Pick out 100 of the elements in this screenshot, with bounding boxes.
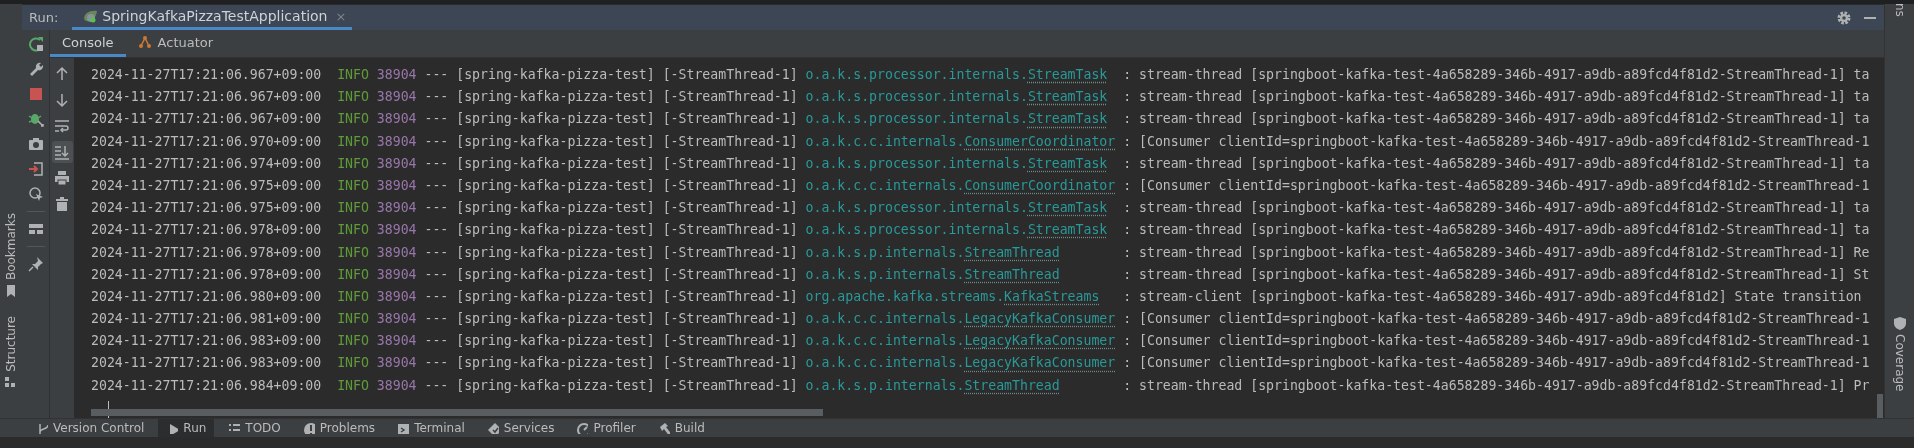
log-timestamp: 2024-11-27T17:21:06.975+09:00 bbox=[91, 176, 322, 195]
class-link[interactable]: StreamTask bbox=[1027, 89, 1108, 105]
log-message: : stream-thread [springboot-kafka-test-4a658289-346b-4917-a9db-a89fcd4f81d2-StreamThread-1] ta bbox=[1123, 221, 1870, 240]
process-id: 38904 bbox=[376, 66, 417, 84]
log-separator: --- bbox=[424, 332, 449, 351]
tool-window-tab[interactable]: TODO bbox=[220, 418, 289, 437]
class-link[interactable]: ConsumerCoordinator bbox=[964, 133, 1116, 149]
logger-name: o.a.k.s.processor.internals.StreamTask bbox=[805, 200, 1108, 216]
tool-window-button[interactable]: Structure bbox=[4, 314, 18, 392]
tool-window-tab[interactable]: Version Control bbox=[28, 418, 153, 437]
logger-name: o.a.k.s.processor.internals.StreamTask bbox=[805, 155, 1108, 171]
process-id: 38904 bbox=[376, 354, 417, 373]
horizontal-scrollbar[interactable] bbox=[91, 408, 823, 416]
process-id: 38904 bbox=[376, 199, 417, 218]
process-id: 38904 bbox=[376, 88, 417, 107]
class-link[interactable]: KafkaStreams bbox=[1004, 288, 1100, 304]
log-message: : stream-thread [springboot-kafka-test-4a658289-346b-4917-a9db-a89fcd4f81d2-StreamThread-1] ta bbox=[1123, 154, 1870, 173]
log-message: : stream-client [springboot-kafka-test-4a658289-346b-4917-a9db-a89fcd4f81d2] State transition bbox=[1123, 287, 1862, 306]
console-tab[interactable]: Actuator bbox=[125, 30, 226, 57]
pointer-icon[interactable] bbox=[27, 186, 44, 202]
app-name: [spring-kafka-pizza-test] bbox=[456, 354, 655, 373]
thread-name: [-StreamThread-1] bbox=[662, 376, 798, 395]
exit-icon[interactable] bbox=[27, 161, 44, 177]
log-level: INFO bbox=[337, 354, 369, 373]
class-link[interactable]: StreamTask bbox=[1027, 67, 1108, 82]
log-timestamp: 2024-11-27T17:21:06.967+09:00 bbox=[91, 88, 322, 107]
trash-icon bbox=[54, 196, 70, 212]
stop-icon[interactable] bbox=[27, 86, 44, 102]
class-link[interactable]: StreamThread bbox=[964, 244, 1060, 260]
process-id: 38904 bbox=[376, 132, 417, 151]
class-link[interactable]: StreamTask bbox=[1027, 155, 1108, 171]
logger-name: o.a.k.s.processor.internals.StreamTask bbox=[805, 89, 1108, 105]
printer-icon bbox=[54, 170, 70, 186]
toggle-button[interactable] bbox=[51, 141, 73, 163]
logger-name: o.a.k.s.p.internals.StreamThread bbox=[805, 244, 1060, 260]
tool-window-tab[interactable]: Build bbox=[649, 418, 713, 437]
thread-name: [-StreamThread-1] bbox=[662, 110, 798, 129]
app-name: [spring-kafka-pizza-test] bbox=[456, 176, 655, 195]
app-name: [spring-kafka-pizza-test] bbox=[456, 88, 655, 107]
thread-name: [-StreamThread-1] bbox=[662, 66, 798, 84]
tool-window-button[interactable]: Bookmarks bbox=[4, 210, 18, 300]
log-timestamp: 2024-11-27T17:21:06.978+09:00 bbox=[91, 265, 322, 284]
class-link[interactable]: ConsumerCoordinator bbox=[964, 177, 1116, 193]
logger-name: o.a.k.c.c.internals.LegacyKafkaConsumer bbox=[805, 311, 1116, 327]
logger-name: o.a.k.c.c.internals.LegacyKafkaConsumer bbox=[805, 355, 1116, 371]
shield-icon bbox=[1892, 316, 1907, 331]
process-id: 38904 bbox=[376, 287, 417, 306]
tool-window-tab[interactable]: Services bbox=[478, 418, 563, 437]
log-level: INFO bbox=[337, 132, 369, 151]
vertical-scrollbar[interactable] bbox=[1877, 393, 1883, 418]
tool-window-tab[interactable]: Profiler bbox=[568, 418, 644, 437]
layout-icon[interactable] bbox=[27, 221, 44, 237]
gauge-icon bbox=[576, 421, 589, 434]
class-link[interactable]: StreamTask bbox=[1027, 111, 1108, 127]
log-separator: --- bbox=[424, 310, 449, 329]
settings-icon[interactable] bbox=[1836, 9, 1852, 26]
graph-icon bbox=[137, 35, 152, 49]
log-level: INFO bbox=[337, 110, 369, 129]
log-separator: --- bbox=[424, 88, 449, 107]
process-id: 38904 bbox=[376, 243, 417, 262]
camera-icon[interactable] bbox=[27, 136, 44, 152]
logger-name: org.apache.kafka.streams.KafkaStreams bbox=[805, 288, 1100, 304]
log-message: : stream-thread [springboot-kafka-test-4a658289-346b-4917-a9db-a89fcd4f81d2-StreamThread-1] Re bbox=[1123, 243, 1870, 262]
run-label: Run: bbox=[29, 10, 59, 25]
tool-window-tab[interactable]: Run bbox=[158, 418, 215, 437]
close-icon[interactable]: × bbox=[335, 8, 347, 24]
logger-name: o.a.k.s.p.internals.StreamThread bbox=[805, 377, 1060, 393]
tool-window-tab[interactable]: Problems bbox=[294, 418, 384, 437]
process-id: 38904 bbox=[376, 110, 417, 129]
pin-icon[interactable] bbox=[27, 256, 44, 272]
rerun-icon[interactable] bbox=[27, 36, 44, 52]
down-arrow-icon bbox=[54, 92, 70, 108]
log-level: INFO bbox=[337, 376, 369, 395]
logger-name: o.a.k.s.p.internals.StreamThread bbox=[805, 266, 1060, 282]
scroll-to-end-icon bbox=[54, 144, 70, 160]
class-link[interactable]: LegacyKafkaConsumer bbox=[964, 333, 1116, 349]
process-id: 38904 bbox=[376, 154, 417, 173]
structure-icon bbox=[4, 375, 18, 390]
tool-window-tab[interactable]: Terminal bbox=[389, 418, 473, 437]
tool-window-button[interactable]: Coverage bbox=[1892, 314, 1907, 394]
class-link[interactable]: StreamThread bbox=[964, 266, 1060, 282]
log-separator: --- bbox=[424, 176, 449, 195]
log-separator: --- bbox=[424, 265, 449, 284]
class-link[interactable]: LegacyKafkaConsumer bbox=[964, 355, 1116, 371]
class-link[interactable]: StreamTask bbox=[1027, 200, 1108, 216]
logger-name: o.a.k.s.processor.internals.StreamTask bbox=[805, 111, 1108, 127]
log-timestamp: 2024-11-27T17:21:06.975+09:00 bbox=[91, 199, 322, 218]
logger-name: o.a.k.c.c.internals.ConsumerCoordinator bbox=[805, 177, 1116, 193]
class-link[interactable]: StreamThread bbox=[964, 377, 1060, 393]
bug-icon[interactable] bbox=[27, 111, 44, 127]
list-icon bbox=[228, 421, 241, 434]
leaf-gear-icon bbox=[82, 9, 99, 23]
logger-name: o.a.k.s.processor.internals.StreamTask bbox=[805, 67, 1108, 82]
thread-name: [-StreamThread-1] bbox=[662, 287, 798, 306]
class-link[interactable]: LegacyKafkaConsumer bbox=[964, 311, 1116, 327]
log-message: : [Consumer clientId=springboot-kafka-test-4a658289-346b-4917-a9db-a89fcd4f81d2-StreamThread-1 bbox=[1123, 310, 1870, 329]
class-link[interactable]: StreamTask bbox=[1027, 222, 1108, 238]
app-name: [spring-kafka-pizza-test] bbox=[456, 154, 655, 173]
log-message: : stream-thread [springboot-kafka-test-4a658289-346b-4917-a9db-a89fcd4f81d2-StreamThread-1] St bbox=[1123, 265, 1870, 284]
tool-window-button[interactable]: ns bbox=[1892, 1, 1907, 19]
